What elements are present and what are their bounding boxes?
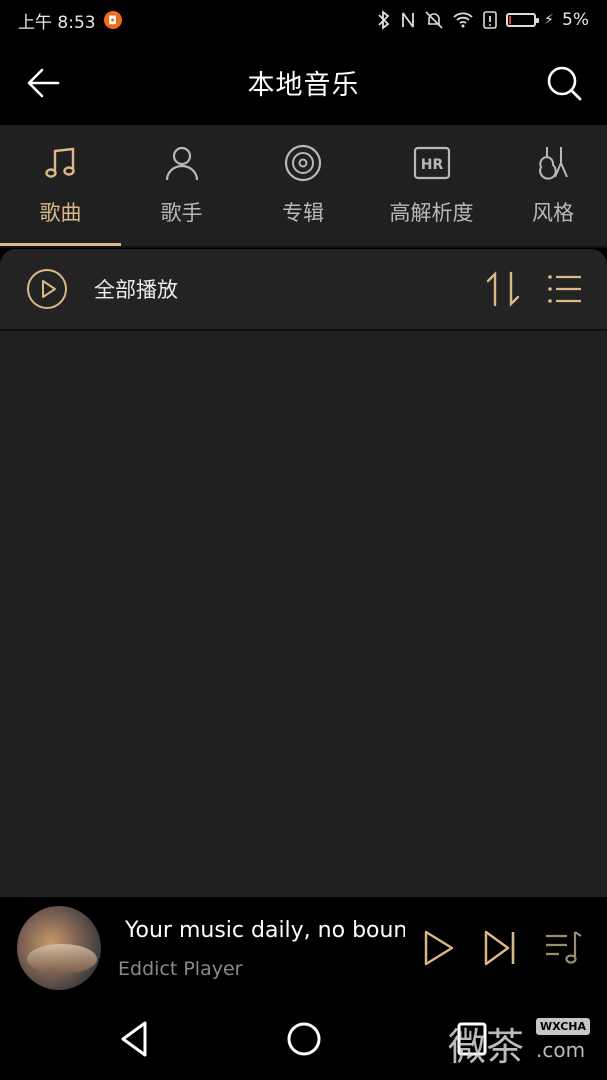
next-track-icon[interactable] [482, 928, 518, 968]
playlist-queue-icon[interactable] [543, 928, 583, 968]
tab-artists[interactable]: 歌手 [121, 125, 242, 246]
battery-percent: 5% [562, 10, 589, 30]
nav-home-icon[interactable] [285, 1020, 323, 1058]
tab-songs[interactable]: 歌曲 [0, 125, 121, 246]
status-bar: 上午 8:53 ◘ ⚡ 5% [0, 0, 607, 40]
notification-app-icon: ◘ [103, 11, 122, 29]
status-time: 上午 8:53 [18, 12, 96, 33]
song-list-empty-area [0, 331, 607, 897]
now-playing-artist: Eddict Player [118, 958, 243, 980]
app-header: 本地音乐 [0, 40, 607, 125]
sim-alert-icon [483, 11, 497, 29]
charging-icon: ⚡ [544, 12, 555, 28]
now-playing-title: Your music daily, no bound [125, 918, 405, 943]
disc-icon [284, 144, 322, 182]
guitar-icon [539, 147, 568, 180]
hr-badge-icon: HR [413, 146, 450, 180]
sort-icon[interactable] [483, 269, 523, 309]
play-all-bar: 全部播放 [0, 249, 607, 329]
album-cover[interactable] [17, 906, 101, 990]
tab-label: 歌手 [160, 201, 203, 225]
person-icon [165, 146, 198, 181]
page-title: 本地音乐 [247, 70, 360, 101]
tab-albums[interactable]: 专辑 [242, 125, 364, 246]
watermark-tag: WXCHA [536, 1018, 591, 1035]
divider [0, 246, 607, 248]
play-all-button[interactable] [26, 268, 68, 310]
multi-select-list-icon[interactable] [547, 271, 583, 307]
tab-label: 专辑 [282, 201, 324, 225]
svg-text:HR: HR [420, 157, 443, 173]
play-all-label[interactable]: 全部播放 [94, 274, 178, 304]
tab-genres[interactable]: 风格 [499, 125, 607, 246]
wifi-icon [453, 12, 473, 28]
nav-back-icon[interactable] [115, 1018, 155, 1060]
back-arrow-icon[interactable] [22, 62, 64, 104]
watermark-logo: 微茶 WXCHA .com [448, 1016, 598, 1069]
tab-label: 风格 [532, 201, 574, 225]
mute-alarm-icon [425, 11, 443, 29]
battery-icon [506, 13, 540, 27]
category-tabs: 歌曲 歌手 专辑 HR 高解析度 风格 [0, 125, 607, 246]
search-icon[interactable] [543, 62, 585, 104]
tab-label: 歌曲 [39, 201, 82, 225]
tab-label: 高解析度 [389, 201, 474, 225]
nfc-icon [402, 12, 415, 28]
watermark-domain: .com [536, 1038, 586, 1062]
watermark-text: 微茶 [448, 1025, 525, 1069]
mini-player[interactable]: Your music daily, no bound Eddict Player [0, 898, 607, 998]
bluetooth-icon [378, 10, 390, 30]
play-icon[interactable] [420, 928, 456, 968]
tab-hi-res[interactable]: HR 高解析度 [364, 125, 499, 246]
music-note-icon [44, 147, 75, 178]
